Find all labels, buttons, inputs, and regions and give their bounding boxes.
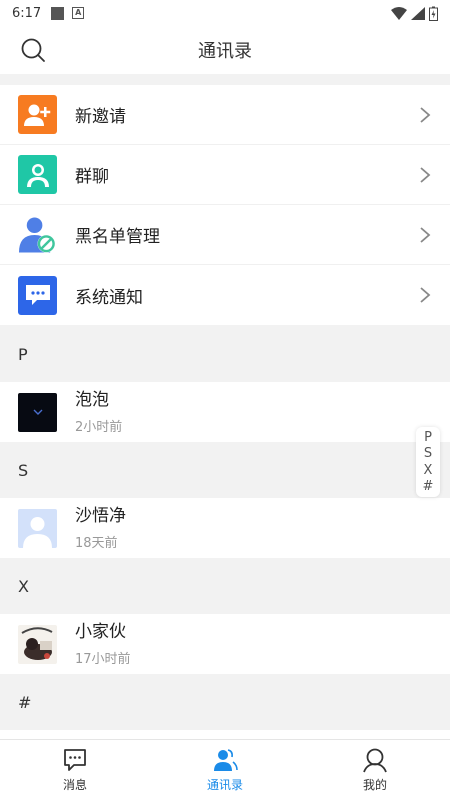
bottom-tab-bar: 消息 通讯录 我的 [0,739,450,800]
header: 通讯录 [0,26,450,74]
group-chat-icon [18,155,57,194]
section-header-hash: # [0,674,450,730]
contacts-icon [214,749,238,771]
system-notice-icon [18,275,57,315]
menu-item-blacklist[interactable]: 黑名单管理 [0,205,450,265]
battery-icon [429,6,438,21]
contact-name: 沙悟净 [75,506,126,526]
menu-label: 黑名单管理 [75,227,160,247]
tab-contacts[interactable]: 通讯录 [150,740,300,800]
add-user-icon [18,95,57,134]
alphabet-index-bar[interactable]: P S X # [416,427,440,497]
tab-messages[interactable]: 消息 [0,740,150,800]
menu-item-new-invites[interactable]: 新邀请 [0,85,450,145]
tab-profile[interactable]: 我的 [300,740,450,800]
avatar [18,508,57,548]
chevron-right-icon [420,107,431,123]
section-header-s: S [0,442,450,498]
tab-label: 通讯录 [206,778,243,792]
contact-item[interactable]: 泡泡 2小时前 [0,382,450,442]
contact-last-seen: 18天前 [75,536,118,551]
section-header-x: X [0,558,450,614]
profile-icon [363,748,387,773]
index-letter[interactable]: P [424,430,432,445]
function-menu: 新邀请 群聊 黑名单管理 系统通知 [0,85,450,325]
index-letter[interactable]: X [424,463,433,478]
status-bar: 6:17 A [0,0,450,26]
contact-name: 小家伙 [75,622,126,642]
notification-icon [51,6,65,20]
wifi-icon [391,6,407,20]
page-title: 通讯录 [198,41,252,62]
chevron-right-icon [420,227,431,243]
avatar [18,624,57,664]
menu-label: 系统通知 [75,287,143,308]
tab-label: 消息 [62,778,87,792]
index-letter[interactable]: S [424,446,432,461]
search-icon[interactable] [20,37,46,63]
contact-item-partial[interactable] [0,730,450,739]
menu-label: 群聊 [75,167,109,187]
contact-item[interactable]: 小家伙 17小时前 [0,614,450,674]
tab-label: 我的 [362,778,387,792]
app-notification-icon: A [72,7,85,19]
blacklist-icon [18,215,57,254]
signal-icon [411,6,425,20]
avatar [18,392,57,432]
index-letter[interactable]: # [423,479,434,494]
menu-item-system-notice[interactable]: 系统通知 [0,265,450,325]
chevron-right-icon [420,287,431,303]
contact-item[interactable]: 沙悟净 18天前 [0,498,450,558]
status-time: 6:17 [12,5,42,21]
message-icon [64,749,86,771]
chevron-right-icon [420,167,431,183]
menu-item-group-chat[interactable]: 群聊 [0,145,450,205]
contact-last-seen: 17小时前 [75,652,131,667]
menu-label: 新邀请 [75,107,126,127]
contact-name: 泡泡 [75,390,109,410]
contact-last-seen: 2小时前 [75,420,123,435]
section-header-p: P [0,326,450,382]
